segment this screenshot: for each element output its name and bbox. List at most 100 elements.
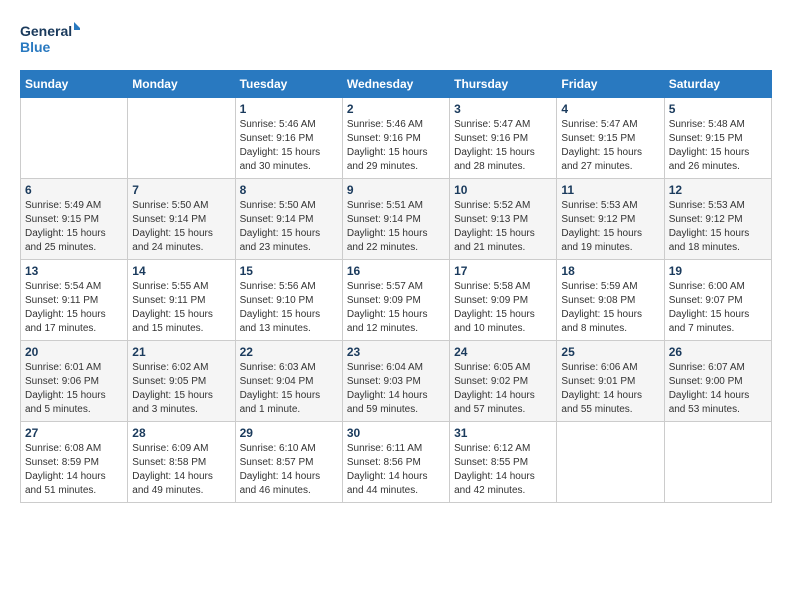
day-number: 1 [240,102,338,116]
calendar-table: SundayMondayTuesdayWednesdayThursdayFrid… [20,70,772,503]
day-number: 31 [454,426,552,440]
calendar-cell: 19 Sunrise: 6:00 AM Sunset: 9:07 PM Dayli… [664,260,771,341]
calendar-cell: 16Sunrise: 5:57 AM Sunset: 9:09 PM Dayli… [342,260,449,341]
day-info: Sunrise: 6:02 AM Sunset: 9:05 PM Dayligh… [132,361,230,417]
day-info: Sunrise: 5:50 AM Sunset: 9:14 PM Dayligh… [240,199,338,255]
day-info: Sunrise: 6:01 AM Sunset: 9:06 PM Dayligh… [25,361,123,417]
day-info: Sunrise: 6:09 AM Sunset: 8:58 PM Dayligh… [132,442,230,498]
calendar-cell: 6 Sunrise: 5:49 AM Sunset: 9:15 PM Daylig… [21,179,128,260]
calendar-cell: 9 Sunrise: 5:51 AM Sunset: 9:14 PM Daylig… [342,179,449,260]
calendar-cell: 17 Sunrise: 5:58 AM Sunset: 9:09 PM Dayli… [450,260,557,341]
calendar-cell: 26Sunrise: 6:07 AM Sunset: 9:00 PM Dayli… [664,341,771,422]
day-number: 23 [347,345,445,359]
calendar-cell: 20 Sunrise: 6:01 AM Sunset: 9:06 PM Dayli… [21,341,128,422]
day-number: 22 [240,345,338,359]
calendar-cell [21,98,128,179]
day-number: 4 [561,102,659,116]
calendar-cell: 31Sunrise: 6:12 AM Sunset: 8:55 PM Dayli… [450,422,557,503]
day-number: 25 [561,345,659,359]
day-info: Sunrise: 5:53 AM Sunset: 9:12 PM Dayligh… [561,199,659,255]
calendar-cell: 21Sunrise: 6:02 AM Sunset: 9:05 PM Dayli… [128,341,235,422]
day-number: 13 [25,264,123,278]
day-info: Sunrise: 5:56 AM Sunset: 9:10 PM Dayligh… [240,280,338,336]
calendar-week-row: 27Sunrise: 6:08 AM Sunset: 8:59 PM Dayli… [21,422,772,503]
day-number: 6 [25,183,123,197]
day-info: Sunrise: 5:57 AM Sunset: 9:09 PM Dayligh… [347,280,445,336]
weekday-header: Sunday [21,71,128,98]
day-number: 12 [669,183,767,197]
day-number: 30 [347,426,445,440]
day-number: 20 [25,345,123,359]
day-number: 2 [347,102,445,116]
day-info: Sunrise: 5:48 AM Sunset: 9:15 PM Dayligh… [669,118,767,174]
weekday-header: Monday [128,71,235,98]
calendar-cell: 4 Sunrise: 5:47 AM Sunset: 9:15 PM Daylig… [557,98,664,179]
calendar-cell: 27Sunrise: 6:08 AM Sunset: 8:59 PM Dayli… [21,422,128,503]
calendar-week-row: 6 Sunrise: 5:49 AM Sunset: 9:15 PM Daylig… [21,179,772,260]
day-number: 9 [347,183,445,197]
day-number: 17 [454,264,552,278]
calendar-cell: 1 Sunrise: 5:46 AM Sunset: 9:16 PM Daylig… [235,98,342,179]
day-info: Sunrise: 5:59 AM Sunset: 9:08 PM Dayligh… [561,280,659,336]
calendar-cell: 2 Sunrise: 5:46 AM Sunset: 9:16 PM Daylig… [342,98,449,179]
weekday-header-row: SundayMondayTuesdayWednesdayThursdayFrid… [21,71,772,98]
day-number: 28 [132,426,230,440]
logo-svg: General Blue [20,20,80,60]
svg-text:General: General [20,23,72,39]
day-number: 26 [669,345,767,359]
calendar-cell: 14Sunrise: 5:55 AM Sunset: 9:11 PM Dayli… [128,260,235,341]
weekday-header: Saturday [664,71,771,98]
day-number: 10 [454,183,552,197]
day-info: Sunrise: 5:55 AM Sunset: 9:11 PM Dayligh… [132,280,230,336]
day-number: 11 [561,183,659,197]
calendar-cell: 10 Sunrise: 5:52 AM Sunset: 9:13 PM Dayli… [450,179,557,260]
calendar-cell: 24 Sunrise: 6:05 AM Sunset: 9:02 PM Dayli… [450,341,557,422]
calendar-cell: 11 Sunrise: 5:53 AM Sunset: 9:12 PM Dayli… [557,179,664,260]
calendar-cell: 23Sunrise: 6:04 AM Sunset: 9:03 PM Dayli… [342,341,449,422]
day-number: 5 [669,102,767,116]
calendar-week-row: 13 Sunrise: 5:54 AM Sunset: 9:11 PM Dayli… [21,260,772,341]
day-info: Sunrise: 5:58 AM Sunset: 9:09 PM Dayligh… [454,280,552,336]
day-info: Sunrise: 5:47 AM Sunset: 9:15 PM Dayligh… [561,118,659,174]
day-info: Sunrise: 6:00 AM Sunset: 9:07 PM Dayligh… [669,280,767,336]
day-info: Sunrise: 5:54 AM Sunset: 9:11 PM Dayligh… [25,280,123,336]
calendar-cell: 3 Sunrise: 5:47 AM Sunset: 9:16 PM Daylig… [450,98,557,179]
calendar-cell [128,98,235,179]
day-number: 24 [454,345,552,359]
calendar-cell: 25 Sunrise: 6:06 AM Sunset: 9:01 PM Dayli… [557,341,664,422]
weekday-header: Friday [557,71,664,98]
calendar-cell: 28 Sunrise: 6:09 AM Sunset: 8:58 PM Dayli… [128,422,235,503]
day-info: Sunrise: 6:05 AM Sunset: 9:02 PM Dayligh… [454,361,552,417]
day-info: Sunrise: 5:51 AM Sunset: 9:14 PM Dayligh… [347,199,445,255]
day-info: Sunrise: 6:08 AM Sunset: 8:59 PM Dayligh… [25,442,123,498]
calendar-cell: 18Sunrise: 5:59 AM Sunset: 9:08 PM Dayli… [557,260,664,341]
calendar-cell: 12Sunrise: 5:53 AM Sunset: 9:12 PM Dayli… [664,179,771,260]
day-info: Sunrise: 6:06 AM Sunset: 9:01 PM Dayligh… [561,361,659,417]
day-info: Sunrise: 6:11 AM Sunset: 8:56 PM Dayligh… [347,442,445,498]
calendar-cell: 30 Sunrise: 6:11 AM Sunset: 8:56 PM Dayli… [342,422,449,503]
svg-text:Blue: Blue [20,39,51,55]
day-info: Sunrise: 5:49 AM Sunset: 9:15 PM Dayligh… [25,199,123,255]
day-info: Sunrise: 6:03 AM Sunset: 9:04 PM Dayligh… [240,361,338,417]
day-number: 8 [240,183,338,197]
logo: General Blue [20,20,80,60]
calendar-cell [664,422,771,503]
calendar-week-row: 1 Sunrise: 5:46 AM Sunset: 9:16 PM Daylig… [21,98,772,179]
day-info: Sunrise: 6:10 AM Sunset: 8:57 PM Dayligh… [240,442,338,498]
calendar-cell: 8 Sunrise: 5:50 AM Sunset: 9:14 PM Daylig… [235,179,342,260]
day-info: Sunrise: 5:46 AM Sunset: 9:16 PM Dayligh… [240,118,338,174]
day-info: Sunrise: 5:47 AM Sunset: 9:16 PM Dayligh… [454,118,552,174]
calendar-cell [557,422,664,503]
day-info: Sunrise: 5:50 AM Sunset: 9:14 PM Dayligh… [132,199,230,255]
calendar-cell: 15 Sunrise: 5:56 AM Sunset: 9:10 PM Dayli… [235,260,342,341]
day-number: 3 [454,102,552,116]
day-number: 7 [132,183,230,197]
day-info: Sunrise: 5:52 AM Sunset: 9:13 PM Dayligh… [454,199,552,255]
calendar-cell: 13 Sunrise: 5:54 AM Sunset: 9:11 PM Dayli… [21,260,128,341]
calendar-cell: 5 Sunrise: 5:48 AM Sunset: 9:15 PM Daylig… [664,98,771,179]
day-number: 29 [240,426,338,440]
day-number: 15 [240,264,338,278]
day-info: Sunrise: 5:46 AM Sunset: 9:16 PM Dayligh… [347,118,445,174]
day-number: 19 [669,264,767,278]
weekday-header: Wednesday [342,71,449,98]
